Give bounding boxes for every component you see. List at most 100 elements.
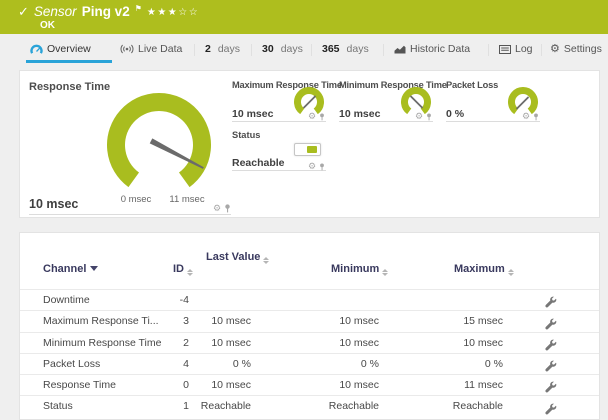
cell-last-value: Reachable [200, 400, 251, 413]
gear-icon[interactable]: ⚙ [415, 112, 423, 121]
gauge-icon [30, 44, 43, 54]
column-header-label: Maximum [454, 263, 505, 275]
cell-maximum: 15 msec [463, 315, 503, 328]
sensor-name: Ping v2 [81, 4, 130, 19]
sort-desc-icon [90, 266, 99, 271]
tab-unit: days [217, 43, 241, 55]
cell-id: 3 [183, 315, 189, 328]
table-row-minimum-response-time[interactable]: Minimum Response Time 2 10 msec 10 msec … [20, 331, 599, 353]
bar-chart-icon [394, 45, 406, 54]
wrench-icon[interactable] [545, 360, 557, 372]
divider [339, 121, 433, 122]
cell-channel: Downtime [43, 294, 90, 306]
tab-unit: days [346, 43, 369, 55]
cell-minimum: 0 % [360, 357, 379, 370]
table-row-packet-loss[interactable]: Packet Loss 4 0 % 0 % 0 % [20, 352, 599, 374]
gear-icon[interactable]: ⚙ [213, 204, 221, 213]
wrench-icon[interactable] [545, 318, 557, 330]
sort-icon [507, 269, 514, 276]
cell-maximum: 11 msec [464, 379, 503, 392]
tab-live-data[interactable]: Live Data [120, 43, 182, 55]
tab-label: Settings [563, 43, 602, 55]
overview-gauges-panel: Response Time 0 msec 11 msec 10 msec ⚙ M… [19, 70, 600, 218]
response-time-value: 10 msec [29, 197, 79, 211]
sort-icon [263, 257, 270, 264]
live-data-icon [120, 44, 134, 54]
tab-separator [541, 44, 542, 56]
cell-channel: Packet Loss [43, 357, 101, 370]
cell-id: -4 [179, 294, 189, 306]
status-toggle-indicator [294, 143, 321, 156]
maximum-response-time-value: 10 msec [232, 108, 274, 120]
packet-loss-label: Packet Loss [446, 80, 499, 90]
tab-historic-data[interactable]: Historic Data [394, 43, 470, 55]
tab-separator [488, 44, 489, 56]
gear-icon[interactable]: ⚙ [308, 162, 316, 171]
gear-icon[interactable]: ⚙ [522, 112, 530, 121]
gear-icon[interactable]: ⚙ [308, 112, 316, 121]
selected-tab-underline [26, 60, 112, 63]
tab-overview[interactable]: Overview [30, 43, 91, 55]
table-row-downtime[interactable]: Downtime -4 [20, 289, 599, 310]
sensor-status-badge: OK [40, 20, 55, 31]
column-header-label: Channel [43, 263, 87, 275]
channel-rows: Downtime -4 Maximum Response Ti... 3 10 … [20, 289, 599, 417]
divider [446, 121, 540, 122]
check-icon: ✓ [18, 4, 29, 19]
column-header-minimum[interactable]: Minimum [331, 263, 389, 276]
tab-settings[interactable]: ⚙ Settings [550, 43, 602, 55]
cell-minimum: 10 msec [339, 336, 379, 349]
tab-separator [311, 44, 312, 56]
packet-loss-cell: Packet Loss 0 % ⚙ [446, 71, 540, 219]
flag-icon[interactable]: ⚑ [135, 4, 142, 13]
sort-icon [382, 269, 389, 276]
tab-number: 30 [262, 43, 274, 55]
wrench-icon[interactable] [545, 381, 557, 393]
cell-last-value: 0 % [232, 357, 251, 370]
tab-30-days[interactable]: 30 days [262, 43, 303, 55]
pin-icon[interactable] [224, 204, 231, 213]
tab-2-days[interactable]: 2 days [205, 43, 240, 55]
cell-maximum: 10 msec [463, 336, 503, 349]
tab-label: Overview [47, 43, 91, 55]
wrench-icon[interactable] [545, 296, 557, 308]
cell-maximum: Reachable [452, 400, 503, 413]
cell-maximum: 0 % [484, 357, 503, 370]
table-row-maximum-response-time[interactable]: Maximum Response Ti... 3 10 msec 10 msec… [20, 310, 599, 331]
priority-stars[interactable]: ★★★☆☆ [147, 7, 199, 18]
cell-id: 1 [183, 400, 189, 413]
channel-table-panel: Channel ID Last Value Minimum Maximum Do… [19, 232, 600, 420]
table-row-response-time[interactable]: Response Time 0 10 msec 10 msec 11 msec [20, 374, 599, 395]
tab-number: 2 [205, 43, 211, 55]
pin-icon[interactable] [319, 112, 325, 121]
gear-icon: ⚙ [550, 42, 560, 55]
minimum-response-time-cell: Minimum Response Time 10 msec ⚙ [339, 71, 447, 219]
pin-icon[interactable] [319, 162, 325, 171]
column-header-maximum[interactable]: Maximum [454, 263, 514, 276]
tab-bar: Overview Live Data 2 days 30 days 365 days … [0, 34, 608, 64]
tab-365-days[interactable]: 365 days [322, 43, 369, 55]
column-header-channel[interactable]: Channel [43, 263, 99, 275]
sensor-header: ✓ Sensor Ping v2 ⚑ ★★★☆☆ OK [0, 0, 608, 34]
table-row-status[interactable]: Status 1 Reachable Reachable Reachable [20, 395, 599, 416]
response-time-gauge [107, 93, 211, 188]
column-header-label: Minimum [331, 263, 380, 275]
pin-icon[interactable] [426, 112, 432, 121]
sensor-kind-label: Sensor [33, 4, 77, 19]
pin-icon[interactable] [533, 112, 539, 121]
cell-minimum: 10 msec [339, 315, 379, 328]
tab-label: Log [515, 43, 533, 55]
column-header-last-value[interactable]: Last Value [206, 251, 270, 264]
tab-log[interactable]: Log [499, 43, 533, 55]
response-time-gauge-label: Response Time [29, 81, 111, 93]
gauge-scale-max: 11 msec [169, 194, 205, 205]
wrench-icon[interactable] [545, 339, 557, 351]
cell-channel: Response Time [43, 379, 116, 392]
cell-minimum: Reachable [328, 400, 379, 413]
tab-label: Live Data [138, 43, 183, 55]
tab-separator [194, 44, 195, 56]
column-header-id[interactable]: ID [140, 263, 193, 276]
cell-id: 4 [183, 357, 189, 370]
divider [232, 121, 326, 122]
wrench-icon[interactable] [545, 403, 557, 415]
